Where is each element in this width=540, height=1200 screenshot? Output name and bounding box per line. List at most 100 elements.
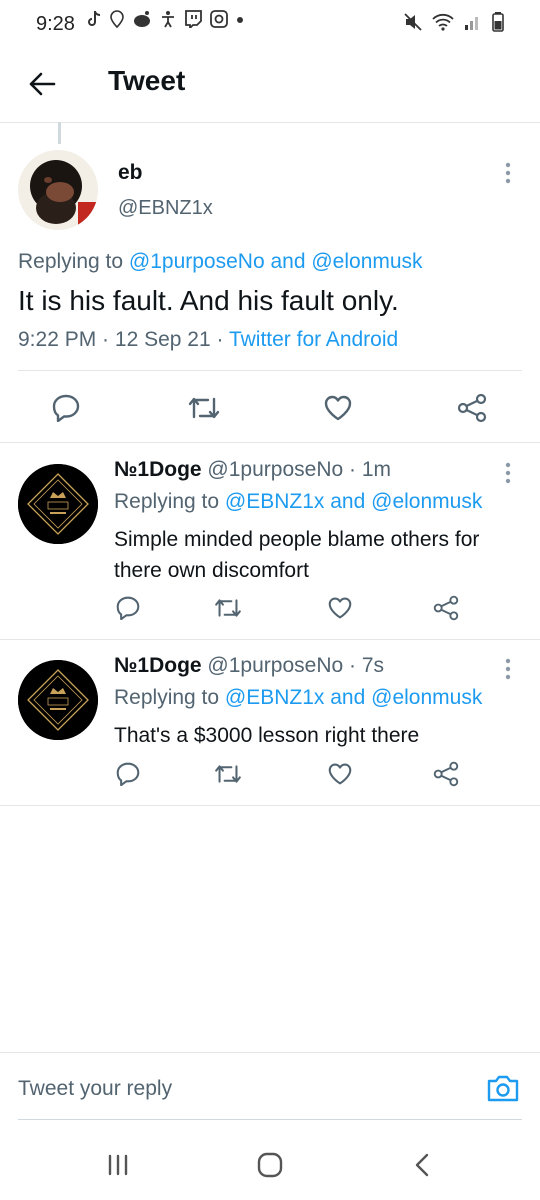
- like-button[interactable]: [316, 386, 360, 430]
- avatar[interactable]: [18, 150, 98, 230]
- tweet-source[interactable]: Twitter for Android: [229, 328, 398, 351]
- author-name[interactable]: №1Doge: [114, 654, 202, 677]
- reply-icon: [116, 596, 140, 620]
- handle-time: @1purposeNo · 1m: [201, 458, 391, 481]
- share-button[interactable]: [424, 754, 468, 794]
- tweet-meta: 9:22 PM · 12 Sep 21 · Twitter for Androi…: [18, 328, 398, 352]
- app-bar: Tweet: [0, 48, 540, 123]
- doge-logo: [18, 464, 98, 544]
- meta-separator: ·: [210, 328, 229, 351]
- reply-header: №1Doge @1purposeNo · 7s: [114, 654, 384, 678]
- tweet-text: Simple minded people blame others for th…: [114, 528, 480, 582]
- share-icon: [457, 393, 487, 423]
- reply-tweet[interactable]: №1Doge @1purposeNo · 1m Replying to @EBN…: [0, 444, 540, 640]
- divider: [0, 805, 540, 806]
- avatar[interactable]: [18, 660, 98, 740]
- more-vertical-icon: [505, 658, 511, 680]
- reply-actions: [0, 754, 540, 794]
- system-nav-bar: [0, 1130, 540, 1200]
- mention-link[interactable]: @elonmusk: [311, 250, 422, 273]
- like-button[interactable]: [318, 754, 362, 794]
- system-icons: [404, 12, 504, 32]
- reply-icon: [52, 394, 80, 422]
- like-icon: [324, 395, 352, 421]
- back-button[interactable]: [22, 64, 62, 104]
- retweet-button[interactable]: [182, 386, 226, 430]
- retweet-icon: [188, 397, 220, 419]
- more-vertical-icon: [505, 162, 511, 184]
- replying-and: and: [324, 686, 372, 709]
- accessibility-icon: [162, 11, 174, 28]
- page-title: Tweet: [108, 65, 186, 96]
- status-time: 9:28: [36, 13, 75, 35]
- retweet-icon: [215, 765, 241, 783]
- like-button[interactable]: [318, 588, 362, 628]
- home-button[interactable]: [250, 1148, 290, 1182]
- replying-and: and: [324, 490, 372, 513]
- mention-link[interactable]: @EBNZ1x: [225, 490, 325, 513]
- share-icon: [433, 595, 459, 621]
- more-vertical-icon: [505, 462, 511, 484]
- thread-line: [58, 122, 61, 144]
- author-name[interactable]: eb: [118, 161, 143, 185]
- like-icon: [328, 597, 352, 619]
- replying-to: Replying to @1purposeNo and @elonmusk: [18, 250, 423, 274]
- avatar-image: [18, 150, 98, 230]
- author-handle[interactable]: @EBNZ1x: [118, 197, 213, 220]
- share-icon: [433, 761, 459, 787]
- replying-to: Replying to @EBNZ1x and @elonmusk: [114, 490, 482, 514]
- mention-link[interactable]: @EBNZ1x: [225, 686, 325, 709]
- more-options-button[interactable]: [504, 462, 512, 489]
- arrow-left-icon: [29, 72, 56, 96]
- replying-label: Replying to: [114, 686, 225, 709]
- camera-icon: [487, 1075, 519, 1102]
- tweet-text: It is his fault. And his fault only.: [18, 285, 399, 316]
- mention-link[interactable]: @elonmusk: [371, 490, 482, 513]
- reply-input[interactable]: [18, 1077, 438, 1101]
- main-actions: [0, 386, 540, 446]
- battery-icon: [492, 12, 504, 32]
- mention-link[interactable]: @1purposeNo: [129, 250, 265, 273]
- replying-to: Replying to @EBNZ1x and @elonmusk: [114, 686, 482, 710]
- reply-composer: [0, 1052, 540, 1121]
- home-icon: [257, 1152, 283, 1178]
- tiktok-icon: [88, 10, 101, 26]
- reply-tweet[interactable]: №1Doge @1purposeNo · 7s Replying to @EBN…: [0, 640, 540, 806]
- back-nav-button[interactable]: [402, 1148, 442, 1182]
- dot-icon: [237, 17, 243, 23]
- recent-apps-icon: [108, 1154, 128, 1176]
- like-icon: [328, 763, 352, 785]
- handle-time: @1purposeNo · 7s: [201, 654, 385, 677]
- reply-button[interactable]: [106, 588, 150, 628]
- replying-label: Replying to: [18, 250, 129, 273]
- replying-label: Replying to: [114, 490, 225, 513]
- camera-button[interactable]: [486, 1073, 520, 1108]
- reply-header: №1Doge @1purposeNo · 1m: [114, 458, 391, 482]
- meta-separator: ·: [96, 328, 115, 351]
- more-options-button[interactable]: [504, 658, 512, 685]
- wifi-icon: [432, 13, 454, 31]
- divider: [0, 442, 540, 443]
- retweet-icon: [215, 599, 241, 617]
- retweet-button[interactable]: [206, 754, 250, 794]
- input-underline: [18, 1119, 522, 1120]
- twitch-icon: [185, 10, 202, 28]
- avatar[interactable]: [18, 464, 98, 544]
- mention-link[interactable]: @elonmusk: [371, 686, 482, 709]
- recent-apps-button[interactable]: [98, 1148, 138, 1182]
- reddit-icon: [134, 11, 150, 27]
- tweet-time: 9:22 PM: [18, 328, 97, 351]
- instagram-icon: [210, 10, 228, 28]
- reply-actions: [0, 588, 540, 628]
- status-bar: 9:28: [0, 0, 540, 48]
- reply-button[interactable]: [44, 386, 88, 430]
- notification-icons: [86, 10, 244, 28]
- more-options-button[interactable]: [504, 162, 512, 189]
- share-button[interactable]: [450, 386, 494, 430]
- reply-button[interactable]: [106, 754, 150, 794]
- share-button[interactable]: [424, 588, 468, 628]
- retweet-button[interactable]: [206, 588, 250, 628]
- author-name[interactable]: №1Doge: [114, 458, 202, 481]
- replying-and: and: [264, 250, 312, 273]
- signal-icon: [465, 17, 478, 30]
